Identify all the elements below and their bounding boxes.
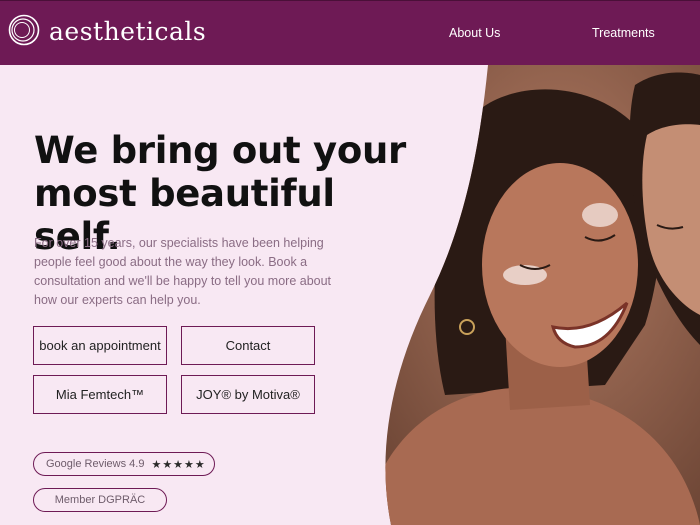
mia-femtech-button[interactable]: Mia Femtech™ xyxy=(33,375,167,414)
nav-about-us[interactable]: About Us xyxy=(449,26,500,40)
joy-motiva-button[interactable]: JOY® by Motiva® xyxy=(181,375,315,414)
hero-photo xyxy=(385,65,700,525)
member-dgprac-badge[interactable]: Member DGPRÄC xyxy=(33,488,167,512)
nav-treatments[interactable]: Treatments xyxy=(592,26,655,40)
google-reviews-label: Google Reviews 4.9 xyxy=(46,458,145,470)
star-icon: ★★★★★ xyxy=(151,458,206,471)
brand-name: aestheticals xyxy=(49,17,207,46)
headline-line-1: We bring out your xyxy=(34,129,406,172)
contact-button[interactable]: Contact xyxy=(181,326,315,365)
brand-logo[interactable]: aestheticals xyxy=(8,14,206,50)
google-reviews-badge[interactable]: Google Reviews 4.9 ★★★★★ xyxy=(33,452,215,476)
concentric-rings-logo-icon xyxy=(8,14,40,50)
site-header: aestheticals About Us Treatments xyxy=(0,0,700,65)
hero-intro-text: For over 15 years, our specialists have … xyxy=(34,236,332,307)
book-appointment-button[interactable]: book an appointment xyxy=(33,326,167,365)
